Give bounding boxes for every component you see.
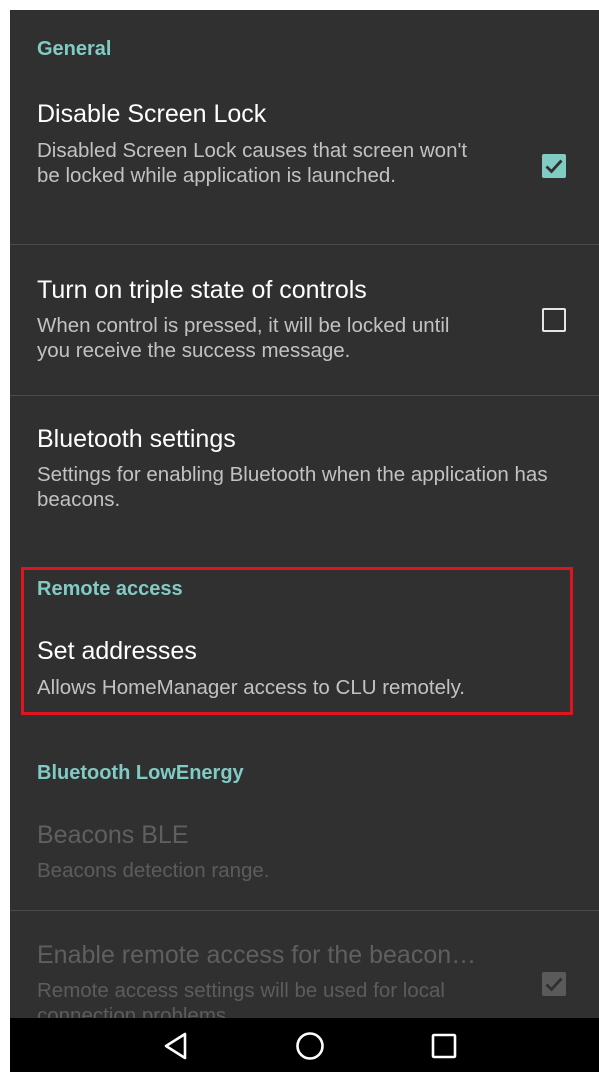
pref-disable-screen-lock[interactable]: Disable Screen Lock Disabled Screen Lock… [10,96,599,244]
pref-summary: When control is pressed, it will be lock… [37,314,450,362]
back-triangle-icon [164,1032,187,1060]
pref-summary: Beacons detection range. [37,859,270,882]
checkmark-icon [545,159,563,174]
pref-title: Bluetooth settings [37,425,236,453]
triple-state-checkbox[interactable] [542,308,566,332]
category-general: General [37,38,112,60]
pref-beacons-ble: Beacons BLE Beacons detection range. [10,810,599,910]
pref-title: Disable Screen Lock [37,100,267,128]
pref-enable-remote-beacon: Enable remote access for the beacon… Rem… [10,911,599,1018]
pref-title: Turn on triple state of controls [37,276,367,304]
pref-title: Beacons BLE [37,821,189,849]
category-bluetooth-low-energy: Bluetooth LowEnergy [37,762,244,784]
home-circle-icon [296,1032,324,1060]
home-button[interactable] [290,1026,330,1066]
pref-bluetooth-settings[interactable]: Bluetooth settings Settings for enabling… [10,396,599,532]
pref-triple-state[interactable]: Turn on triple state of controls When co… [10,245,599,395]
recents-button[interactable] [424,1026,464,1066]
pref-summary: Remote access settings will be used for … [37,979,445,1018]
settings-screen: General Disable Screen Lock Disabled Scr… [10,10,599,1072]
settings-list[interactable]: General Disable Screen Lock Disabled Scr… [10,10,599,1018]
pref-title: Enable remote access for the beacon… [37,941,477,969]
pref-summary: Disabled Screen Lock causes that screen … [37,139,468,187]
remote-beacon-checkbox [542,972,566,996]
recents-square-icon [431,1033,457,1059]
highlight-box [21,567,573,715]
checkmark-icon [545,977,563,992]
navigation-bar [10,1018,599,1072]
pref-summary: Settings for enabling Bluetooth when the… [37,463,548,511]
screen-lock-checkbox[interactable] [542,154,566,178]
back-button[interactable] [156,1026,196,1066]
